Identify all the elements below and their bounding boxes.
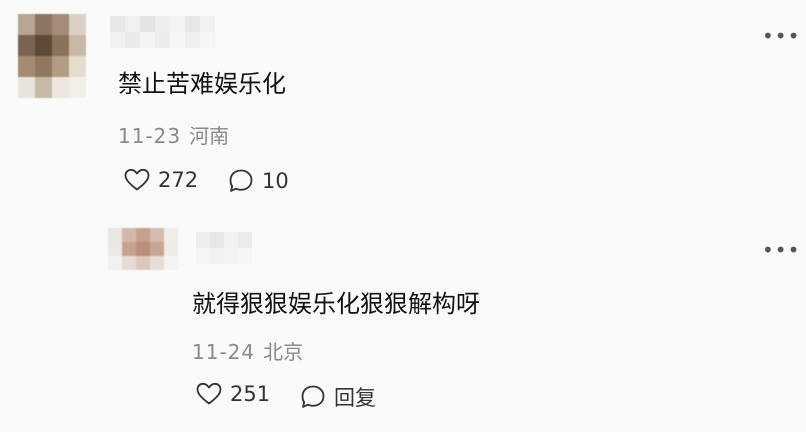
reply-label: 回复	[334, 386, 376, 410]
like-button[interactable]: 251	[196, 382, 270, 406]
reply-button[interactable]: 回复	[300, 382, 376, 412]
ellipsis-icon: •••	[762, 24, 801, 48]
avatar[interactable]	[18, 14, 86, 98]
comment-meta: 11-24 北京	[192, 336, 303, 365]
comment-text: 禁止苦难娱乐化	[118, 70, 286, 98]
reply-count: 10	[262, 169, 289, 193]
speech-bubble-icon	[229, 169, 253, 192]
username-pixelated[interactable]	[110, 16, 215, 48]
more-options-button[interactable]: •••	[762, 240, 800, 260]
speech-bubble-icon	[301, 385, 325, 408]
like-count: 251	[230, 382, 271, 406]
like-count: 272	[158, 168, 199, 192]
comment-meta: 11-23 河南	[118, 120, 229, 149]
more-options-button[interactable]: •••	[762, 26, 800, 46]
username-pixelated[interactable]	[196, 232, 252, 264]
comment-location: 北京	[263, 340, 304, 364]
like-button[interactable]: 272	[124, 168, 198, 192]
heart-outline-icon	[196, 382, 222, 405]
comment-date: 11-24	[192, 340, 256, 364]
heart-outline-icon	[124, 168, 150, 191]
comment-location: 河南	[189, 124, 230, 148]
avatar[interactable]	[108, 228, 178, 270]
ellipsis-icon: •••	[762, 238, 801, 262]
reply-button[interactable]: 10	[228, 168, 289, 194]
comment-text: 就得狠狠娱乐化狠狠解构呀	[192, 290, 480, 318]
comment-date: 11-23	[118, 124, 182, 148]
